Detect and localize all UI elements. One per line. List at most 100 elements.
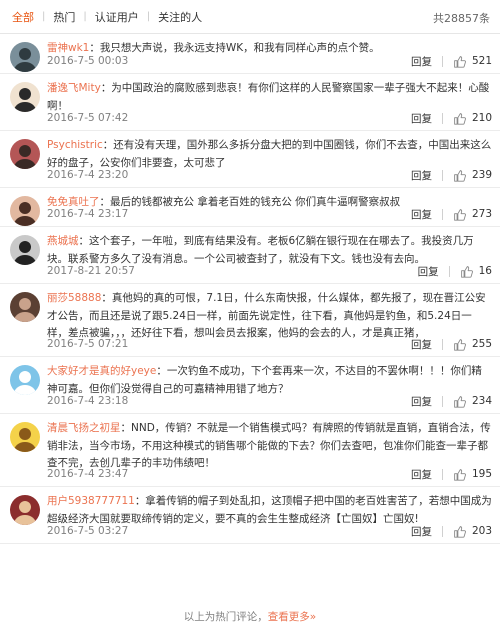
- comment-actions: 回复 255: [411, 336, 492, 352]
- like-button[interactable]: 234: [453, 395, 492, 408]
- reply-button[interactable]: 回复: [411, 467, 432, 482]
- tab-verified-users[interactable]: 认证用户: [95, 9, 139, 25]
- comment-item: Psychistric：还有没有天理，国外那么多拆分盘大把的到中国圈钱，你们不去…: [0, 131, 500, 188]
- comment-meta: 2016-7-4 23:17 回复 273: [47, 206, 492, 222]
- comment-item: 潘逸飞Mity：为中国政治的腐败感到悲哀！有你们这样的人民警察国家一辈子强大不起…: [0, 74, 500, 131]
- comment-item: 大家好才是真的好yeye：一次钓鱼不成功，下个套再来一次，不达目的不罢休啊！！！…: [0, 357, 500, 414]
- comment-username[interactable]: 用户5938777711: [47, 495, 135, 507]
- action-divider: [441, 338, 443, 350]
- comment-actions: 回复 195: [411, 466, 492, 482]
- comment-actions: 回复 521: [411, 53, 492, 69]
- comment-content: ：还有没有天理，国外那么多拆分盘大把的到中国圈钱，你们不去查，中国出来这么好的盘…: [47, 139, 492, 169]
- action-divider: [441, 525, 443, 537]
- reply-button[interactable]: 回复: [411, 54, 432, 69]
- action-divider: [441, 55, 443, 67]
- avatar[interactable]: [10, 139, 40, 169]
- comment-item: 用户5938777711：拿着传销的帽子到处乱扣，这顶帽子把中国的老百姓害苦了，…: [0, 487, 500, 544]
- comment-meta: 2016-7-4 23:18 回复 234: [47, 393, 492, 409]
- footer-hot-note: 以上为热门评论，: [183, 611, 268, 623]
- like-button[interactable]: 195: [453, 468, 492, 481]
- thumbs-up-icon: [453, 208, 472, 221]
- comment-timestamp: 2016-7-4 23:47: [47, 468, 129, 480]
- like-count: 239: [471, 169, 492, 181]
- reply-button[interactable]: 回复: [411, 337, 432, 352]
- comment-meta: 2016-7-5 00:03 回复 521: [47, 53, 492, 69]
- like-count: 273: [471, 208, 492, 220]
- reply-button[interactable]: 回复: [411, 207, 432, 222]
- like-button[interactable]: 210: [453, 112, 492, 125]
- comment-content: ：真他妈的真的可恨，7.1日，什么东南快报，什么媒体，都先报了，现在晋江公安才公…: [47, 292, 486, 339]
- comment-item: 燕城城：这个套子，一年啦，到底有结果没有。老板6亿躺在银行现在在哪去了。我投资几…: [0, 227, 500, 284]
- thumbs-up-icon: [453, 525, 472, 538]
- reply-button[interactable]: 回复: [411, 111, 432, 126]
- avatar[interactable]: [10, 82, 40, 112]
- tab-all[interactable]: 全部: [12, 9, 34, 25]
- action-divider: [448, 265, 450, 277]
- like-count: 210: [471, 112, 492, 124]
- comment-timestamp: 2016-7-5 07:42: [47, 112, 129, 124]
- tab-separator: |: [83, 11, 87, 22]
- comment-text: 丽莎58888：真他妈的真的可恨，7.1日，什么东南快报，什么媒体，都先报了，现…: [47, 290, 492, 343]
- comment-timestamp: 2016-7-4 23:20: [47, 169, 129, 181]
- thumbs-up-icon: [453, 338, 472, 351]
- action-divider: [441, 468, 443, 480]
- action-divider: [441, 395, 443, 407]
- comment-content: ：这个套子，一年啦，到底有结果没有。老板6亿躺在银行现在在哪去了。我投资几万块。…: [47, 235, 474, 265]
- like-button[interactable]: 255: [453, 338, 492, 351]
- avatar[interactable]: [10, 196, 40, 226]
- like-button[interactable]: 273: [453, 208, 492, 221]
- comment-list: 雷神wk1：我只想大声说，我永远支持WK，和我有同样心声的点个赞。 2016-7-…: [0, 34, 500, 544]
- comment-body: 丽莎58888：真他妈的真的可恨，7.1日，什么东南快报，什么媒体，都先报了，现…: [47, 290, 492, 343]
- avatar[interactable]: [10, 42, 40, 72]
- avatar[interactable]: [10, 365, 40, 395]
- avatar[interactable]: [10, 495, 40, 525]
- comment-username[interactable]: Psychistric: [47, 139, 103, 151]
- avatar[interactable]: [10, 235, 40, 265]
- comment-timestamp: 2017-8-21 20:57: [47, 265, 135, 277]
- comment-username[interactable]: 丽莎58888: [47, 292, 101, 304]
- thumbs-up-icon: [453, 112, 472, 125]
- action-divider: [441, 112, 443, 124]
- comment-meta: 2016-7-4 23:20 回复 239: [47, 167, 492, 183]
- comment-meta: 2016-7-5 07:21 回复 255: [47, 336, 492, 352]
- reply-button[interactable]: 回复: [418, 264, 439, 279]
- like-button[interactable]: 521: [453, 55, 492, 68]
- avatar[interactable]: [10, 292, 40, 322]
- comment-item: 清晨飞扬之初星：NND，传销？不就是一个销售模式吗？有牌照的传销就是直销，直销合…: [0, 414, 500, 487]
- comment-actions: 回复 273: [411, 206, 492, 222]
- like-count: 16: [478, 265, 492, 277]
- comment-item: 雷神wk1：我只想大声说，我永远支持WK，和我有同样心声的点个赞。 2016-7-…: [0, 34, 500, 74]
- comment-username[interactable]: 大家好才是真的好yeye: [47, 365, 156, 377]
- comment-timestamp: 2016-7-5 07:21: [47, 338, 129, 350]
- comment-username[interactable]: 潘逸飞Mity: [47, 82, 101, 94]
- like-button[interactable]: 16: [460, 265, 492, 278]
- reply-button[interactable]: 回复: [411, 168, 432, 183]
- action-divider: [441, 169, 443, 181]
- comment-meta: 2016-7-4 23:47 回复 195: [47, 466, 492, 482]
- like-button[interactable]: 203: [453, 525, 492, 538]
- comment-actions: 回复 203: [411, 523, 492, 539]
- like-button[interactable]: 239: [453, 169, 492, 182]
- comment-actions: 回复 16: [418, 263, 492, 279]
- comment-meta: 2016-7-5 07:42 回复 210: [47, 110, 492, 126]
- like-count: 234: [471, 395, 492, 407]
- view-more-link[interactable]: 查看更多»: [268, 611, 316, 623]
- comment-actions: 回复 239: [411, 167, 492, 183]
- reply-button[interactable]: 回复: [411, 524, 432, 539]
- comment-timestamp: 2016-7-5 00:03: [47, 55, 129, 67]
- comment-item: 免免真吐了：最后的钱都被充公 拿着老百姓的钱充公 你们真牛逼啊警察叔叔 2016-…: [0, 188, 500, 227]
- tab-following[interactable]: 关注的人: [158, 9, 202, 25]
- comment-timestamp: 2016-7-4 23:18: [47, 395, 129, 407]
- comment-content: ：为中国政治的腐败感到悲哀！有你们这样的人民警察国家一辈子强大不起来！心酸啊！: [47, 82, 490, 112]
- tab-hot[interactable]: 热门: [53, 9, 75, 25]
- comment-actions: 回复 210: [411, 110, 492, 126]
- comment-meta: 2017-8-21 20:57 回复 16: [47, 263, 492, 279]
- comment-username[interactable]: 燕城城: [47, 235, 79, 247]
- comment-username[interactable]: 清晨飞扬之初星: [47, 422, 121, 434]
- like-count: 203: [471, 525, 492, 537]
- reply-button[interactable]: 回复: [411, 394, 432, 409]
- comment-actions: 回复 234: [411, 393, 492, 409]
- like-count: 195: [471, 468, 492, 480]
- avatar[interactable]: [10, 422, 40, 452]
- like-count: 521: [471, 55, 492, 67]
